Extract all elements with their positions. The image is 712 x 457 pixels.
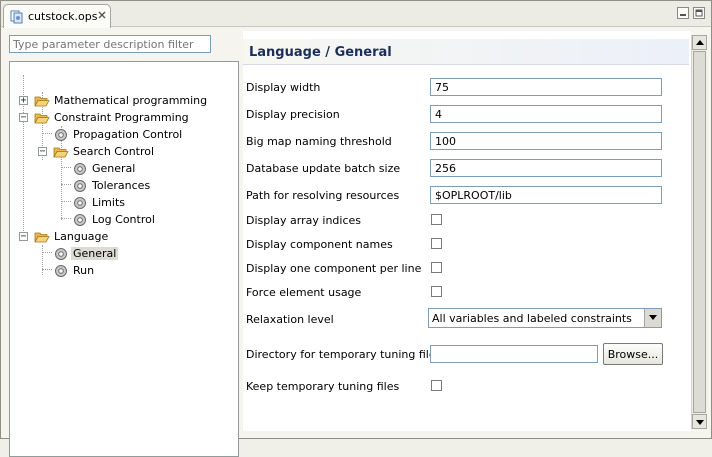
expand-toggle[interactable]: + [19,95,28,106]
editor-window: cutstock.ops Type parameter description … [0,0,712,457]
gear-icon [74,197,86,209]
tree-item-search-control[interactable]: − Search Control [10,144,238,161]
tree-item-label: Mathematical programming [54,94,208,107]
force-element-label: Force element usage [246,286,362,299]
gear-icon [74,214,86,226]
temp-dir-label: Directory for temporary tuning files [246,348,442,361]
tree-item-label: Language [54,230,109,243]
component-names-checkbox[interactable] [431,238,442,249]
collapse-toggle[interactable]: − [19,112,28,123]
parameter-tree[interactable]: + Mathematical programming − Constraint … [9,61,239,457]
force-element-checkbox[interactable] [431,286,442,297]
tree-item-label: Run [73,264,95,277]
display-precision-label: Display precision [246,108,340,121]
tree-item-label: Tolerances [92,179,151,192]
tab-title: cutstock.ops [28,10,98,23]
tree-item-label: General [71,247,119,260]
folder-open-icon [34,96,50,107]
tree-item-label: Search Control [73,145,155,158]
tree-item-run[interactable]: Run [10,263,238,280]
db-batch-size-input[interactable]: 256 [430,159,662,177]
chevron-down-icon[interactable] [644,309,661,327]
page-title: Language / General [243,39,689,65]
tree-item-label: Constraint Programming [54,111,189,124]
gear-icon [74,163,86,175]
parameter-tree-panel: + Mathematical programming − Constraint … [5,31,239,457]
tree-item-language[interactable]: − Language [10,229,238,246]
collapse-toggle[interactable]: − [38,146,47,157]
browse-button[interactable]: Browse... [603,343,663,365]
component-names-label: Display component names [246,238,393,251]
gear-icon [55,129,67,141]
temp-dir-input[interactable] [430,345,598,363]
tree-item-propagation-control[interactable]: Propagation Control [10,127,238,144]
array-indices-checkbox[interactable] [431,214,442,225]
one-component-checkbox[interactable] [431,262,442,273]
minimize-icon[interactable] [677,7,689,19]
close-icon[interactable] [96,9,108,21]
gear-icon [74,180,86,192]
big-map-threshold-label: Big map naming threshold [246,135,392,148]
one-component-label: Display one component per line [246,262,422,275]
vertical-scrollbar[interactable] [691,35,707,429]
settings-page: Language / General Display width 75 Disp… [243,31,691,431]
tree-item-language-general[interactable]: General [10,246,238,263]
keep-temp-files-label: Keep temporary tuning files [246,380,400,393]
gear-icon [55,265,67,277]
tree-item-label: Propagation Control [73,128,183,141]
db-batch-size-label: Database update batch size [246,162,401,175]
collapse-toggle[interactable]: − [19,231,28,242]
tree-item-label: Log Control [92,213,155,226]
scrollbar-thumb[interactable] [693,51,706,413]
tree-item-search-general[interactable]: General [10,161,238,178]
resource-path-label: Path for resolving resources [246,189,400,202]
display-precision-input[interactable]: 4 [430,105,662,123]
display-width-input[interactable]: 75 [430,78,662,96]
tree-item-log-control[interactable]: Log Control [10,212,238,229]
array-indices-label: Display array indices [246,214,361,227]
folder-open-icon [53,147,69,158]
relaxation-level-select[interactable]: All variables and labeled constraints [428,308,662,328]
folder-open-icon [34,232,50,243]
parameter-filter-input[interactable] [9,35,211,53]
keep-temp-files-checkbox[interactable] [431,380,442,391]
tree-item-label: Limits [92,196,125,209]
scroll-up-icon[interactable] [692,35,707,50]
display-width-label: Display width [246,81,321,94]
gear-icon [55,248,67,260]
ops-file-icon [10,10,23,24]
tree-item-tolerances[interactable]: Tolerances [10,178,238,195]
tab-cutstock-ops[interactable]: cutstock.ops [3,4,111,28]
folder-open-icon [34,113,50,124]
tree-item-mathematical-programming[interactable]: + Mathematical programming [10,93,238,110]
big-map-threshold-input[interactable]: 100 [430,132,662,150]
tree-item-limits[interactable]: Limits [10,195,238,212]
scroll-down-icon[interactable] [692,414,707,429]
relaxation-level-label: Relaxation level [246,313,334,326]
tab-strip: cutstock.ops [1,1,711,28]
tree-item-label: General [92,162,136,175]
resource-path-input[interactable]: $OPLROOT/lib [430,186,662,204]
relaxation-level-value: All variables and labeled constraints [432,312,632,325]
tree-item-constraint-programming[interactable]: − Constraint Programming [10,110,238,127]
maximize-icon[interactable] [693,7,705,19]
